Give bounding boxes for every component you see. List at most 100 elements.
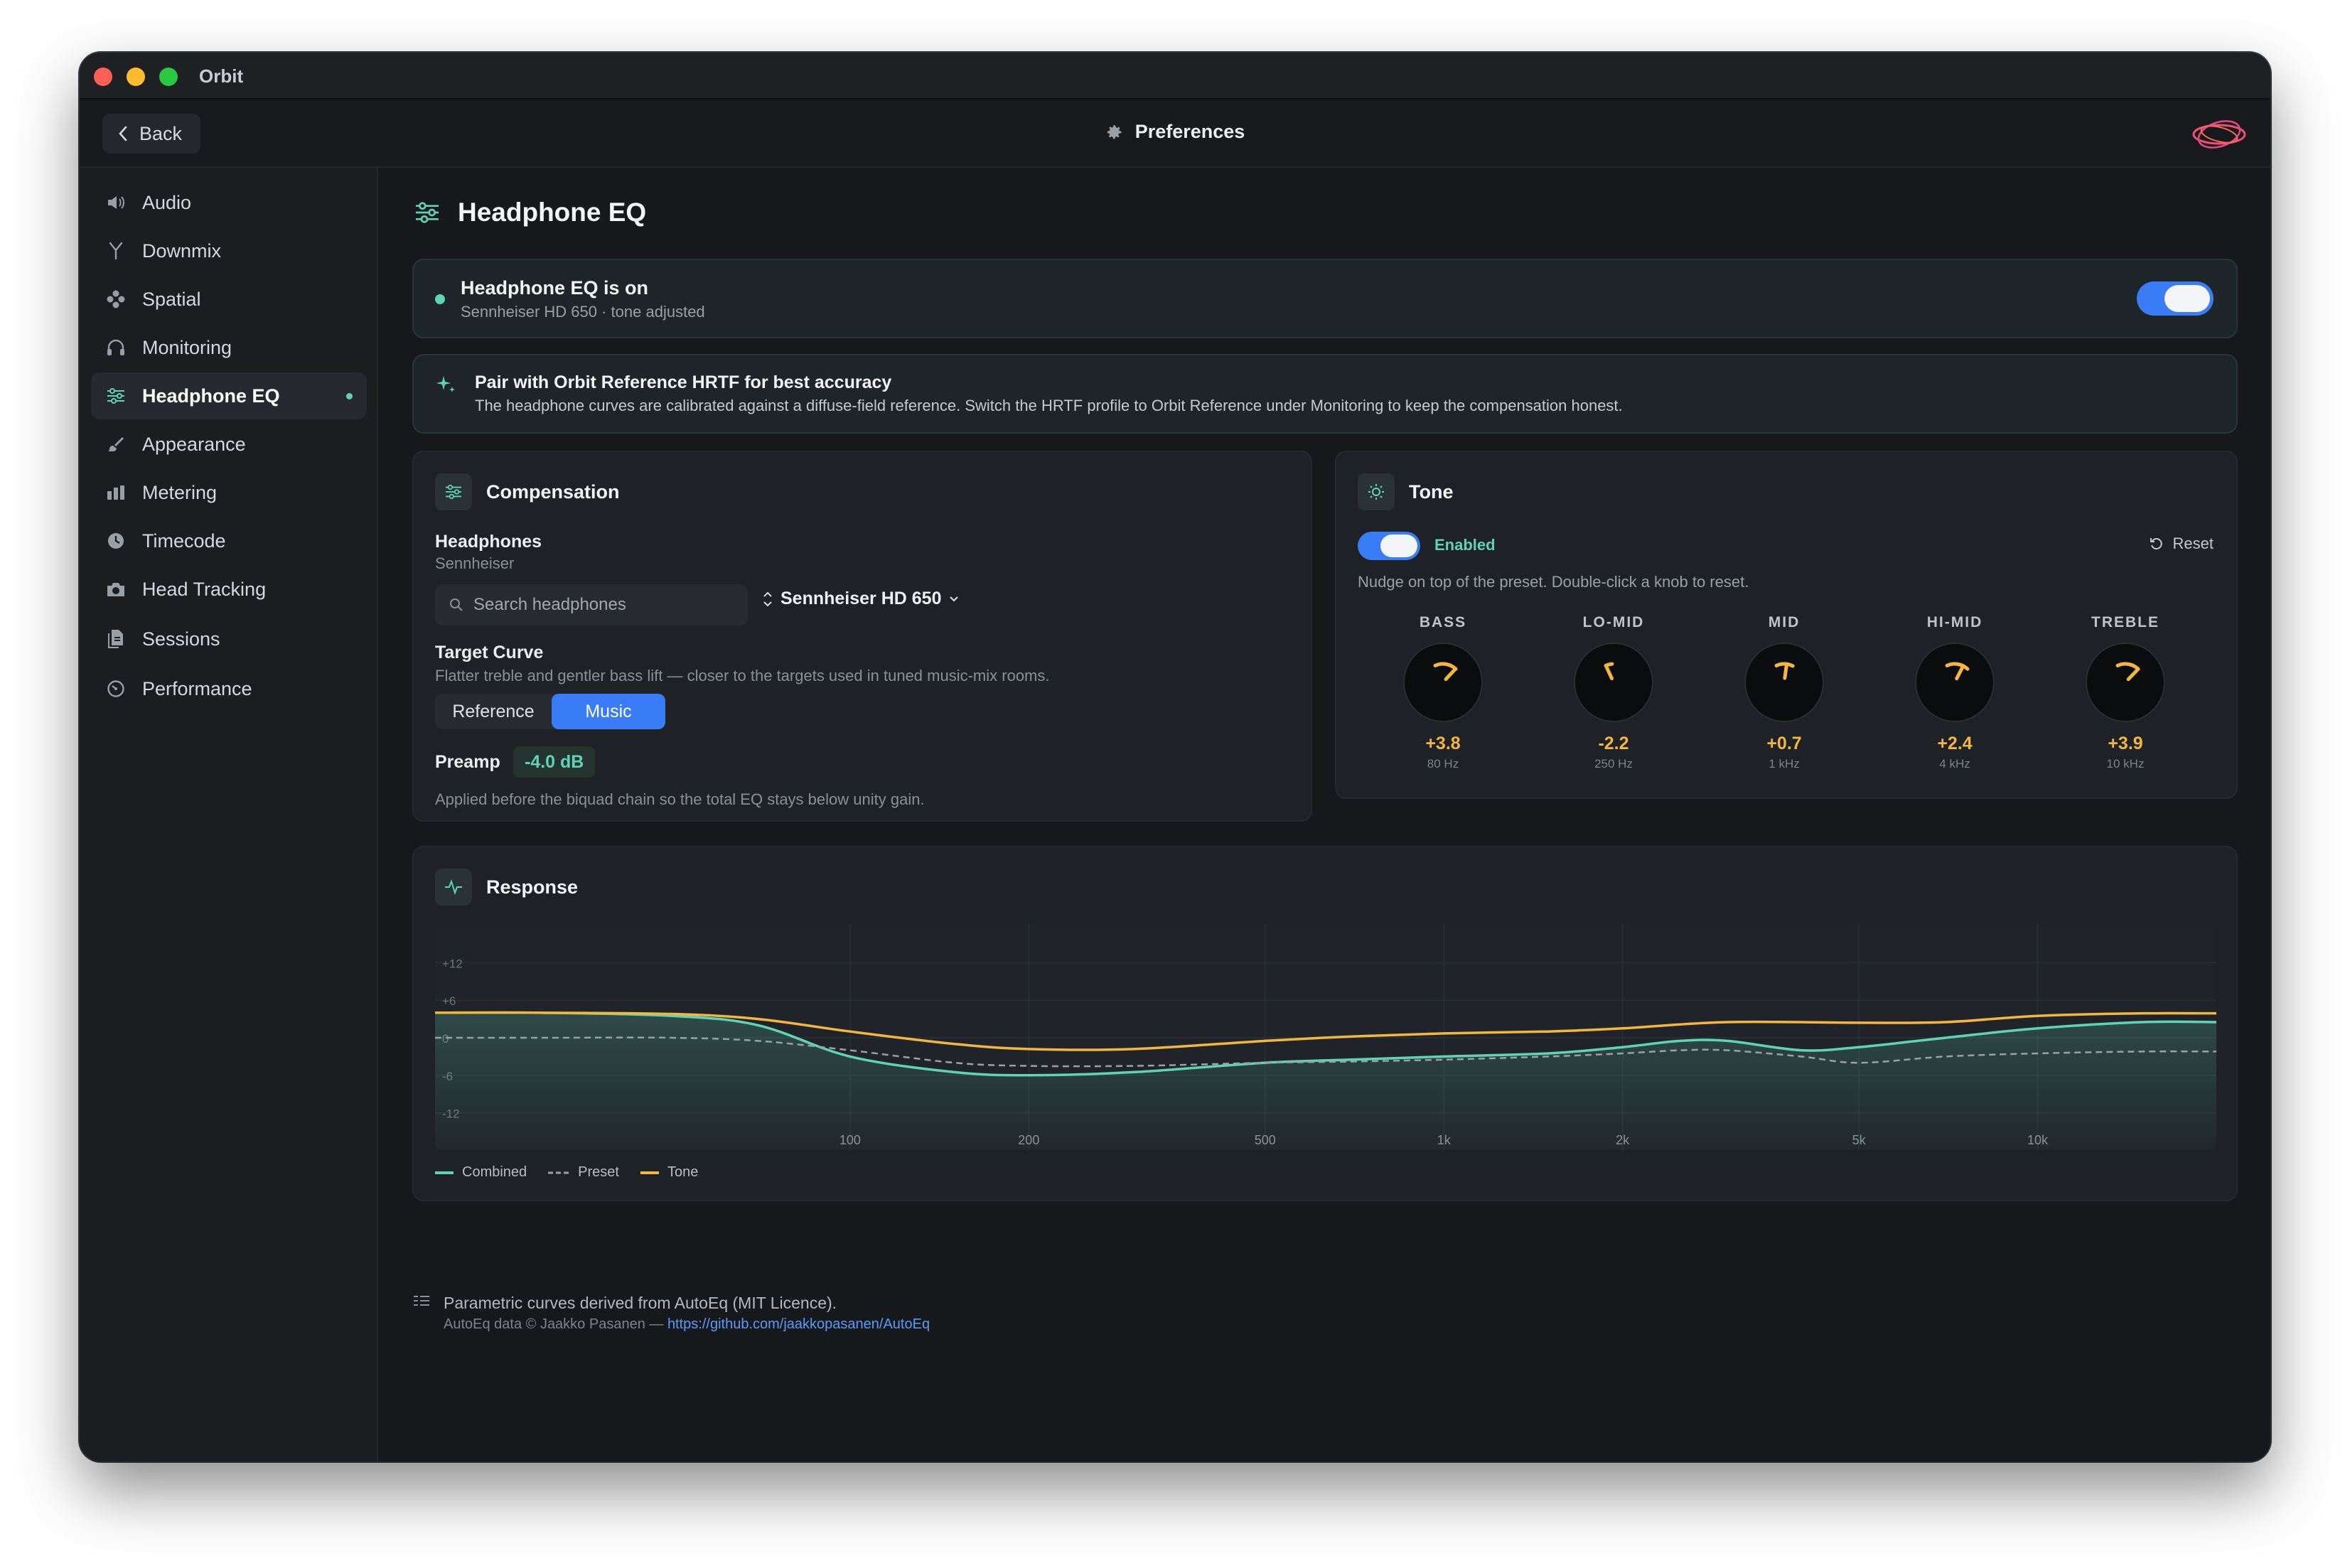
status-title: Headphone EQ is on	[461, 277, 649, 299]
knob-treble: TREBLE +3.9 10 kHz	[2061, 614, 2189, 771]
toolbar: Back Preferences	[80, 100, 2270, 168]
zoom-window-button[interactable]	[159, 68, 178, 86]
hi-mid-knob[interactable]	[1914, 641, 1996, 724]
tone-header: Tone	[1358, 473, 1454, 510]
speaker-icon	[105, 192, 127, 213]
knob-frequency: 1 kHz	[1769, 757, 1800, 770]
target-music-button[interactable]: Music	[552, 694, 665, 729]
treble-knob[interactable]	[2084, 641, 2167, 724]
app-window: Orbit Back Preferences Audio Downmix Spa…	[80, 53, 2270, 1461]
knob-hi-mid: HI-MID +2.4 4 kHz	[1891, 614, 2019, 771]
pulse-icon	[435, 869, 472, 906]
headphones-label: Headphones	[435, 532, 542, 552]
legend-preset: Preset	[548, 1164, 619, 1181]
chevron-left-icon	[119, 126, 127, 141]
target-reference-button[interactable]: Reference	[435, 694, 552, 729]
target-curve-label: Target Curve	[435, 643, 544, 662]
sidebar-item-label: Timecode	[142, 530, 226, 552]
back-button-label: Back	[139, 122, 183, 144]
sparkle-icon	[436, 376, 455, 392]
knob-frequency: 250 Hz	[1594, 757, 1633, 770]
knob-value: +3.9	[2108, 734, 2143, 753]
knob-label: MID	[1768, 614, 1801, 630]
knob-body	[1574, 643, 1653, 722]
knob-bass: BASS +3.8 80 Hz	[1379, 614, 1507, 771]
sidebar-item-monitoring[interactable]: Monitoring	[91, 324, 367, 371]
tone-enabled-label: Enabled	[1434, 536, 1496, 554]
sidebar-item-headphone-eq[interactable]: Headphone EQ	[91, 372, 367, 419]
back-button[interactable]: Back	[102, 114, 200, 154]
sidebar-item-label: Spatial	[142, 288, 201, 310]
response-card: Response +12+60-6-121002005001k2k5k10k C…	[412, 846, 2238, 1201]
gear-icon	[1107, 124, 1122, 139]
sidebar-item-label: Monitoring	[142, 336, 232, 358]
sidebar-item-label: Metering	[142, 481, 218, 503]
mid-knob[interactable]	[1743, 641, 1825, 724]
attribution-text: AutoEq data © Jaakko Pasanen —	[444, 1316, 667, 1332]
footer-attribution: AutoEq data © Jaakko Pasanen — https://g…	[444, 1316, 930, 1333]
reset-label: Reset	[2172, 535, 2214, 552]
compensation-card: Compensation Headphones Sennheiser Searc…	[412, 451, 1312, 822]
tone-title: Tone	[1409, 480, 1454, 503]
knob-label: LO-MID	[1582, 614, 1645, 630]
tone-reset-button[interactable]: Reset	[2149, 535, 2214, 553]
bass-knob[interactable]	[1402, 641, 1484, 724]
sidebar-item-audio[interactable]: Audio	[91, 179, 367, 226]
sidebar-item-label: Performance	[142, 677, 252, 699]
sliders-icon	[416, 202, 439, 223]
knob-value: +3.8	[1425, 734, 1461, 753]
sliders-icon	[105, 385, 127, 407]
toggle-knob	[2164, 285, 2210, 312]
close-window-button[interactable]	[94, 68, 112, 86]
sidebar-item-downmix[interactable]: Downmix	[91, 227, 367, 274]
lo-mid-knob[interactable]	[1572, 641, 1655, 724]
knob-arc	[1604, 662, 1614, 667]
downmix-icon	[105, 240, 127, 262]
tip-body: The headphone curves are calibrated agai…	[475, 397, 1623, 414]
knob-mid: MID +0.7 1 kHz	[1720, 614, 1848, 771]
knob-value: -2.2	[1598, 734, 1629, 753]
sidebar-item-sessions[interactable]: Sessions	[91, 616, 367, 662]
app-title: Orbit	[199, 65, 244, 87]
knob-frequency: 80 Hz	[1427, 757, 1459, 770]
reset-icon	[2150, 538, 2162, 550]
response-chart: +12+60-6-121002005001k2k5k10k	[435, 924, 2216, 1150]
knob-value: +0.7	[1766, 734, 1802, 753]
sidebar-item-appearance[interactable]: Appearance	[91, 421, 367, 468]
autoeq-link[interactable]: https://github.com/jaakkopasanen/AutoEq	[667, 1316, 930, 1332]
toggle-knob	[1380, 535, 1417, 557]
gauge-icon	[105, 678, 127, 699]
preamp-label: Preamp	[435, 752, 500, 772]
compensation-header: Compensation	[435, 473, 620, 510]
sidebar-item-performance[interactable]: Performance	[91, 665, 367, 712]
sliders-icon	[435, 473, 472, 510]
status-subtitle: Sennheiser HD 650 · tone adjusted	[461, 303, 705, 321]
combined-area	[435, 1012, 2216, 1150]
orbit-logo	[2192, 120, 2246, 149]
sidebar-item-label: Downmix	[142, 240, 222, 262]
knob-frequency: 4 kHz	[1939, 757, 1970, 770]
chevron-down-icon	[949, 596, 958, 602]
legend-label: Combined	[462, 1164, 527, 1180]
sidebar: Audio Downmix Spatial Monitoring Headpho…	[80, 168, 378, 1461]
knob-label: HI-MID	[1926, 614, 1983, 630]
tone-hint: Nudge on top of the preset. Double-click…	[1358, 573, 1749, 591]
eq-enable-toggle[interactable]	[2137, 281, 2214, 316]
tone-enable-toggle[interactable]	[1358, 532, 1420, 560]
clock-icon	[105, 530, 127, 552]
sidebar-item-timecode[interactable]: Timecode	[91, 517, 367, 564]
knob-lo-mid: LO-MID -2.2 250 Hz	[1550, 614, 1678, 771]
sidebar-item-head-tracking[interactable]: Head Tracking	[91, 566, 367, 613]
minimize-window-button[interactable]	[127, 68, 145, 86]
title-bar: Orbit	[80, 53, 2270, 100]
sidebar-item-metering[interactable]: Metering	[91, 469, 367, 516]
knob-label: BASS	[1419, 614, 1467, 630]
y-tick-label: +6	[442, 994, 456, 1008]
headphone-search-input[interactable]: Search headphones	[435, 584, 748, 625]
bars-icon	[105, 482, 127, 503]
knob-pointer	[1783, 662, 1789, 680]
legend-label: Tone	[667, 1164, 699, 1180]
sidebar-item-spatial[interactable]: Spatial	[91, 276, 367, 323]
legend-label: Preset	[578, 1164, 619, 1180]
headphone-model-select[interactable]: Sennheiser HD 650	[762, 589, 959, 609]
